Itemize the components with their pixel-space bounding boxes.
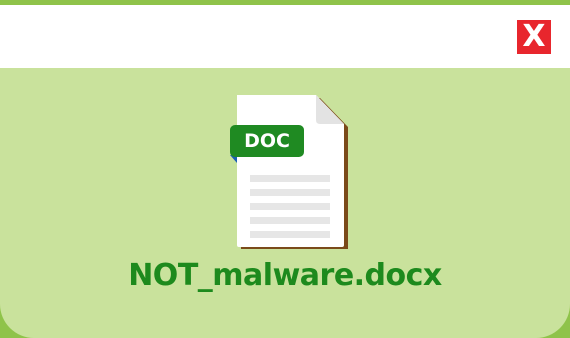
title-bar: X (0, 5, 570, 68)
doc-badge-label: DOC (244, 130, 290, 152)
doc-file-icon[interactable]: DOC (222, 93, 350, 253)
close-button[interactable]: X (517, 20, 551, 54)
popup-window: X DOC NOT_malware.docx (0, 5, 570, 338)
file-name-label[interactable]: NOT_malware.docx (0, 256, 570, 296)
